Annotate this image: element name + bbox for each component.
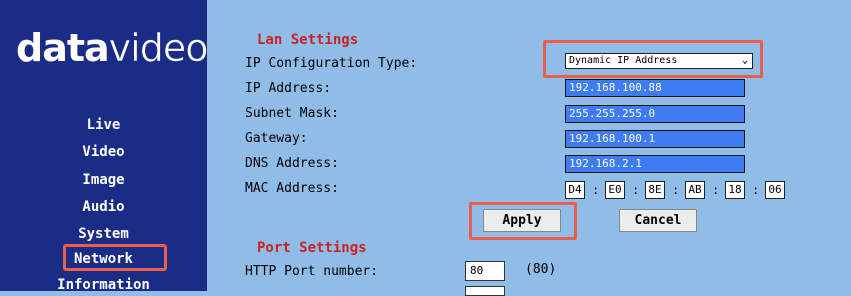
mac-separator: :: [672, 183, 680, 197]
mac-separator: :: [712, 183, 720, 197]
main-content: Lan Settings IP Configuration Type: Dyna…: [207, 0, 851, 296]
http-port-default: (80): [525, 262, 557, 277]
next-port-input[interactable]: [465, 286, 505, 296]
cancel-button[interactable]: Cancel: [619, 209, 697, 232]
sidebar-item-video[interactable]: Video: [0, 143, 207, 161]
mac-separator: :: [632, 183, 640, 197]
http-port-input[interactable]: 80: [465, 261, 505, 281]
mac-octet-6: 06: [765, 181, 785, 199]
datavideo-logo: datavideo: [16, 26, 209, 70]
chevron-down-icon: ⌄: [741, 55, 748, 66]
sidebar-item-image[interactable]: Image: [0, 171, 207, 189]
subnet-mask-field[interactable]: 255.255.255.0: [565, 105, 745, 123]
sidebar: datavideo Live Video Image Audio System …: [0, 0, 209, 294]
ip-address-field[interactable]: 192.168.100.88: [565, 79, 745, 97]
sidebar-item-system[interactable]: System: [0, 225, 207, 243]
subnet-mask-label: Subnet Mask:: [245, 106, 339, 121]
apply-button[interactable]: Apply: [483, 209, 561, 232]
mac-octet-1: D4: [565, 181, 585, 199]
sidebar-item-live[interactable]: Live: [0, 116, 207, 134]
mac-octet-2: E0: [605, 181, 625, 199]
ip-config-type-select[interactable]: Dynamic IP Address ⌄: [565, 53, 753, 69]
mac-separator: :: [752, 183, 760, 197]
http-port-label: HTTP Port number:: [245, 264, 379, 279]
mac-address-label: MAC Address:: [245, 181, 339, 196]
gateway-field[interactable]: 192.168.100.1: [565, 130, 745, 148]
mac-octet-5: 18: [725, 181, 745, 199]
ip-config-type-label: IP Configuration Type:: [245, 56, 418, 71]
mac-octet-4: AB: [685, 181, 705, 199]
sidebar-item-network[interactable]: Network: [0, 250, 207, 268]
ip-address-label: IP Address:: [245, 81, 332, 96]
sidebar-item-information[interactable]: Information: [0, 276, 207, 294]
mac-octet-3: 8E: [645, 181, 665, 199]
mac-separator: :: [592, 183, 600, 197]
dns-address-field[interactable]: 192.168.2.1: [565, 155, 745, 173]
dns-address-label: DNS Address:: [245, 156, 339, 171]
lan-settings-title: Lan Settings: [257, 32, 359, 48]
gateway-label: Gateway:: [245, 131, 308, 146]
sidebar-item-audio[interactable]: Audio: [0, 198, 207, 216]
port-settings-title: Port Settings: [257, 240, 367, 256]
